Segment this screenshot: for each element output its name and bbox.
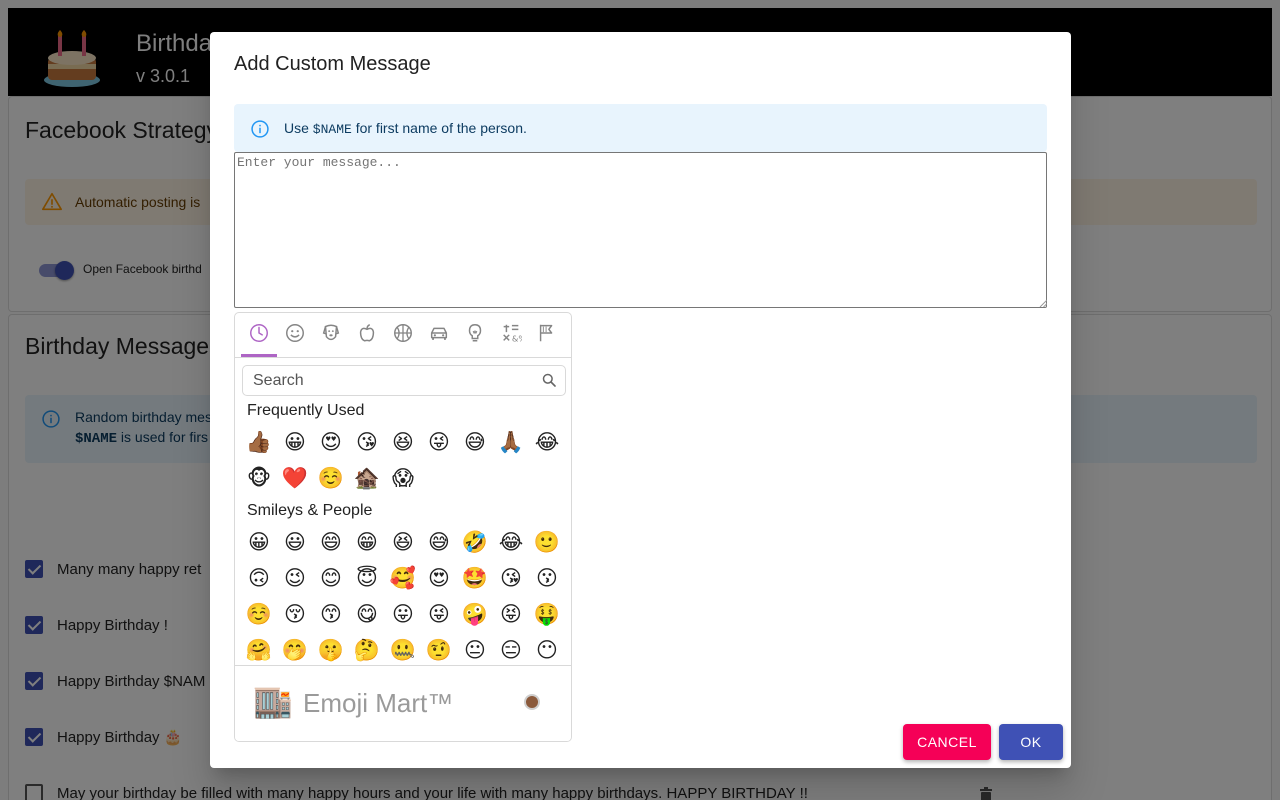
emoji-button[interactable]: 😂 (496, 527, 526, 557)
emoji-button[interactable]: 😁 (352, 527, 382, 557)
emoji-button[interactable]: 🤭 (280, 635, 310, 665)
message-textarea[interactable] (234, 152, 1047, 308)
emoji-button[interactable]: 🤪 (460, 599, 490, 629)
dialog-info-alert: Use $NAME for first name of the person. (234, 104, 1047, 152)
emoji-button[interactable]: 😇 (352, 563, 382, 593)
emoji-button[interactable]: 🏚️ (352, 463, 382, 493)
emoji-search-input[interactable] (244, 367, 534, 394)
add-custom-message-dialog: Add Custom Message Use $NAME for first n… (210, 32, 1071, 768)
emoji-button[interactable]: 🙏🏾 (496, 427, 526, 457)
name-variable: $NAME (312, 122, 352, 137)
emoji-button[interactable]: 😗 (532, 563, 562, 593)
emoji-button[interactable]: ☺️ (316, 463, 346, 493)
emoji-button[interactable]: 😜 (424, 427, 454, 457)
resize-grip-icon[interactable] (1039, 299, 1047, 307)
emoji-button[interactable]: ☺️ (244, 599, 274, 629)
emoji-button[interactable]: 😍 (316, 427, 346, 457)
emoji-button[interactable]: 🤣 (460, 527, 490, 557)
emoji-button[interactable]: 😃 (280, 527, 310, 557)
emoji-button[interactable]: 😆 (388, 427, 418, 457)
car-icon[interactable] (428, 322, 450, 344)
emoji-button[interactable]: 🥰 (388, 563, 418, 593)
dialog-info-prefix: Use (284, 120, 313, 136)
flag-icon[interactable] (536, 322, 558, 344)
lightbulb-icon[interactable] (464, 322, 486, 344)
emoji-button[interactable]: 🤑 (532, 599, 562, 629)
emoji-button[interactable]: 😐 (460, 635, 490, 665)
preview-emoji: 🏬 (253, 682, 293, 720)
emoji-button[interactable]: 🙃 (244, 563, 274, 593)
emoji-button[interactable]: 😝 (496, 599, 526, 629)
emoji-button[interactable]: 😜 (424, 599, 454, 629)
emoji-button[interactable]: 😂 (532, 427, 562, 457)
emoji-button[interactable]: 😅 (460, 427, 490, 457)
emoji-button[interactable]: 😘 (352, 427, 382, 457)
emoji-button[interactable]: 😶 (532, 635, 562, 665)
smiley-icon[interactable] (284, 322, 306, 344)
symbols-icon[interactable]: &% (500, 322, 522, 344)
dialog-title: Add Custom Message (234, 53, 431, 75)
frequently-used-title: Frequently Used (247, 402, 365, 419)
search-icon (542, 373, 556, 387)
emoji-button[interactable]: 😉 (280, 563, 310, 593)
emoji-button[interactable]: 😄 (316, 527, 346, 557)
emoji-button[interactable]: 🤐 (388, 635, 418, 665)
emoji-button[interactable]: 😘 (496, 563, 526, 593)
emoji-button[interactable]: 😛 (388, 599, 418, 629)
emoji-button[interactable]: 😆 (388, 527, 418, 557)
svg-text:&%: &% (512, 333, 522, 343)
emoji-button[interactable]: 😊 (316, 563, 346, 593)
emoji-button[interactable]: 😑 (496, 635, 526, 665)
emoji-search-box (242, 365, 566, 396)
emoji-category-bar: &% (235, 313, 571, 358)
skin-tone-selector[interactable] (524, 694, 540, 710)
emoji-button[interactable]: 🙂 (532, 527, 562, 557)
emoji-button[interactable]: 😙 (316, 599, 346, 629)
emoji-button[interactable]: 😀 (244, 527, 274, 557)
emoji-button[interactable]: 😋 (352, 599, 382, 629)
emoji-button[interactable]: 🤫 (316, 635, 346, 665)
emoji-preview-bar: 🏬 Emoji Mart™ (235, 665, 571, 741)
dialog-info-text: Use $NAME for first name of the person. (284, 120, 527, 137)
ok-button[interactable]: OK (999, 724, 1063, 760)
emoji-button[interactable]: 😀 (280, 427, 310, 457)
emoji-button[interactable]: 😅 (424, 527, 454, 557)
emoji-picker: &% Frequently Used 👍🏾😀😍😘😆😜😅🙏🏾😂🐵❤️☺️🏚️😱 S… (234, 312, 572, 742)
emoji-button[interactable]: 😍 (424, 563, 454, 593)
dialog-info-suffix: for first name of the person. (351, 120, 527, 136)
emoji-button[interactable]: ❤️ (280, 463, 310, 493)
emoji-button[interactable]: 🤗 (244, 635, 274, 665)
smileys-people-title: Smileys & People (247, 502, 373, 519)
emoji-button[interactable]: 🤩 (460, 563, 490, 593)
emoji-button[interactable]: 😱 (388, 463, 418, 493)
basketball-icon[interactable] (392, 322, 414, 344)
emoji-button[interactable]: 🤨 (424, 635, 454, 665)
emoji-button[interactable]: 😚 (280, 599, 310, 629)
preview-name: Emoji Mart™ (303, 688, 454, 718)
emoji-button[interactable]: 🐵 (244, 463, 274, 493)
cancel-button[interactable]: CANCEL (903, 724, 991, 760)
emoji-button[interactable]: 👍🏾 (244, 427, 274, 457)
apple-icon[interactable] (356, 322, 378, 344)
active-category-indicator (241, 354, 277, 357)
emoji-button[interactable]: 🤔 (352, 635, 382, 665)
info-icon (251, 120, 269, 138)
clock-icon[interactable] (248, 322, 270, 344)
dog-icon[interactable] (320, 322, 342, 344)
